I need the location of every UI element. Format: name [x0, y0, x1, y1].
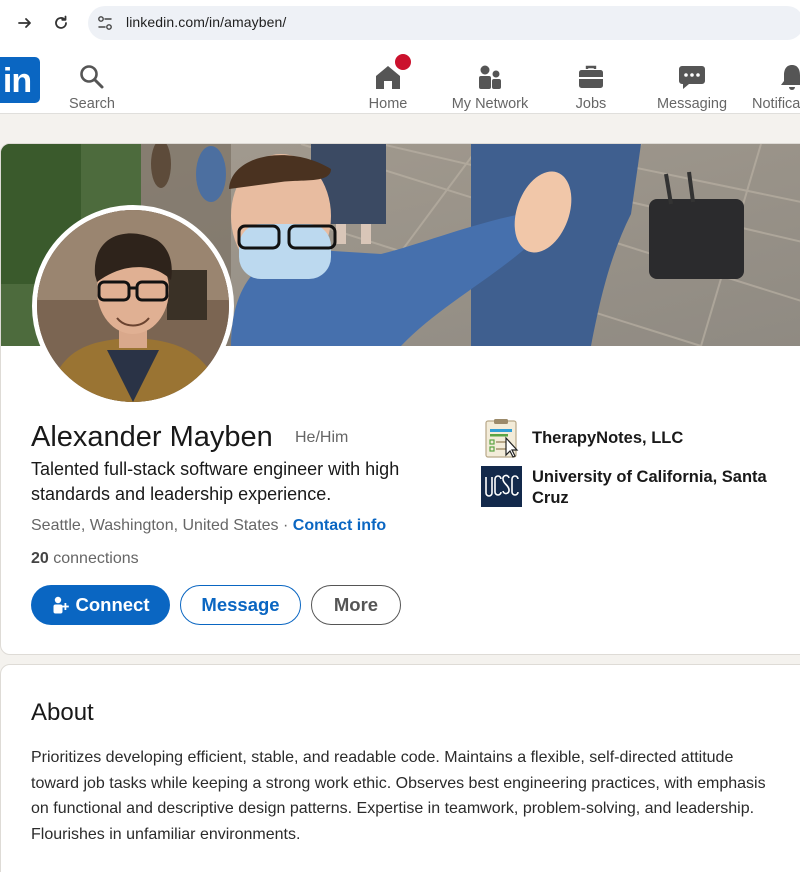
add-person-icon	[53, 596, 69, 614]
nav-search[interactable]: Search	[62, 46, 122, 114]
reload-icon	[55, 15, 67, 29]
forward-button[interactable]	[14, 12, 36, 34]
connect-button[interactable]: Connect	[31, 585, 170, 625]
site-settings-icon[interactable]	[96, 14, 114, 32]
education-item-ucsc[interactable]: University of California, Santa Cruz	[481, 466, 782, 509]
nav-search-label: Search	[69, 96, 115, 112]
nav-home[interactable]: Home	[358, 46, 418, 114]
nav-home-label: Home	[368, 96, 408, 112]
nav-my-network[interactable]: My Network	[444, 46, 536, 114]
nav-messaging[interactable]: Messaging	[650, 46, 734, 114]
profile-location: Seattle, Washington, United States	[31, 517, 279, 534]
location-separator: ·	[278, 517, 293, 534]
nav-notifications[interactable]: Notifica	[752, 46, 800, 114]
nav-jobs-label: Jobs	[575, 96, 607, 112]
profile-card: Alexander Mayben He/Him Talented full-st…	[0, 143, 800, 655]
notification-badge	[393, 52, 413, 72]
connect-button-label: Connect	[75, 594, 150, 615]
nav-jobs[interactable]: Jobs	[561, 46, 621, 114]
more-button[interactable]: More	[311, 585, 401, 625]
profile-avatar[interactable]	[32, 205, 234, 407]
message-button[interactable]: Message	[180, 585, 301, 625]
messaging-icon	[679, 66, 705, 89]
nav-notifications-label: Notifica	[752, 96, 800, 112]
reload-button[interactable]	[50, 12, 72, 34]
nav-my-network-label: My Network	[451, 96, 529, 112]
therapynotes-logo-icon	[485, 419, 519, 458]
avatar-photo	[37, 210, 229, 402]
linkedin-top-nav: in Search Home My Network Jobs Messaging…	[0, 46, 800, 114]
network-icon	[479, 65, 501, 89]
connections-count: 20	[31, 550, 49, 567]
profile-headline: Talented full-stack software engineer wi…	[31, 459, 400, 504]
briefcase-icon	[579, 65, 603, 88]
experience-item-therapynotes[interactable]: TherapyNotes, LLC	[481, 418, 782, 459]
education-name-ucsc: University of California, Santa Cruz	[532, 468, 767, 507]
profile-pronouns: He/Him	[295, 429, 349, 446]
address-bar[interactable]: linkedin.com/in/amayben/	[88, 6, 800, 40]
profile-location-line: Seattle, Washington, United States · Con…	[31, 517, 386, 535]
about-card: About Prioritizes developing efficient, …	[0, 664, 800, 872]
bell-icon	[781, 65, 800, 90]
connections-label: connections	[48, 550, 139, 567]
url-text: linkedin.com/in/amayben/	[126, 14, 287, 30]
message-button-label: Message	[201, 594, 280, 615]
about-heading: About	[31, 699, 94, 726]
search-icon	[80, 65, 104, 89]
browser-toolbar: linkedin.com/in/amayben/	[0, 0, 800, 46]
profile-name: Alexander Mayben	[31, 421, 273, 453]
ucsc-logo-icon	[481, 466, 522, 507]
about-text: Prioritizes developing efficient, stable…	[31, 749, 766, 843]
linkedin-logo[interactable]: in	[0, 57, 40, 103]
nav-messaging-label: Messaging	[656, 96, 728, 112]
more-button-label: More	[333, 594, 379, 615]
contact-info-link[interactable]: Contact info	[293, 517, 386, 534]
experience-name-therapynotes: TherapyNotes, LLC	[532, 429, 684, 447]
connections-link[interactable]: 20 connections	[31, 550, 139, 568]
forward-arrow-icon	[18, 18, 31, 28]
